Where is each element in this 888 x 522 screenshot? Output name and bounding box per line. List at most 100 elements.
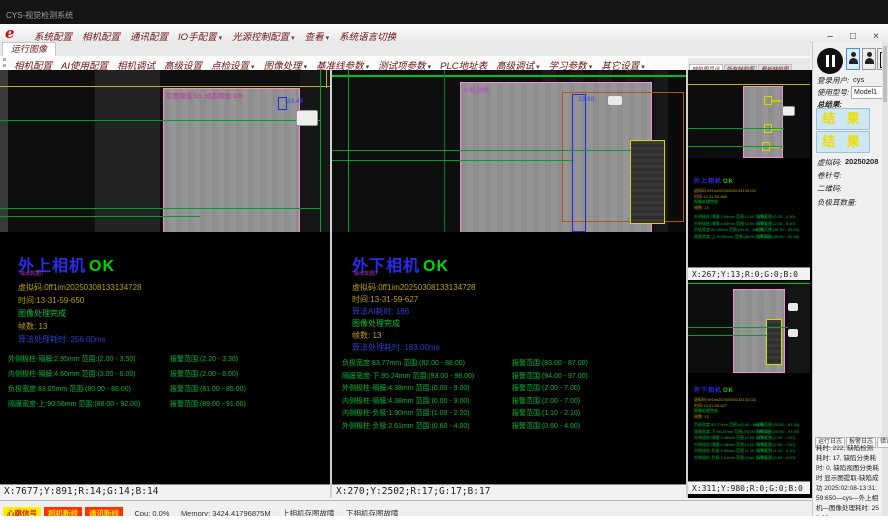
result-ok: OK [423, 258, 449, 275]
person-icon [863, 49, 875, 69]
defect-thumb-image-upper[interactable] [688, 70, 810, 158]
camera-name: 外上相机 [694, 179, 722, 185]
person-icon [847, 49, 859, 69]
panel-scrollbar-thumb[interactable] [883, 46, 887, 102]
pixel-coords-readout: X:267;Y:13;R:0;G:0;B:0 [688, 267, 810, 280]
measurement-row: 内侧极柱-隔膜:4.60mm 范围:(3.00 - 6.00)报警范围:(2.0… [8, 367, 246, 382]
menu-bar: e 系统配置相机配置通讯配置IO手配置▾光源控制配置▾查看▾系统语言切换 –□× [0, 24, 888, 43]
virtual-code-label: 虚拟码: [817, 157, 842, 168]
measurement-row: 隔膜宽度-上:90.56mm 范围:(88.00 - 92.00)报警范围:(8… [8, 397, 246, 412]
close-button[interactable]: × [870, 31, 882, 42]
output-data-label: 输出数据|T [354, 270, 378, 277]
result-box-lower: 结 果 [816, 131, 870, 153]
highlight-blob [788, 329, 798, 337]
frame-line: 帧数: 13 [694, 414, 806, 420]
tab-count-label: 负极耳数量: [817, 197, 857, 208]
login-user-value: cys [853, 75, 864, 84]
minimize-button[interactable]: – [824, 31, 836, 42]
elapsed-line: 算法处理耗时: 183.00ms [352, 342, 440, 353]
roi-yellow-rect [630, 140, 665, 224]
defect-marker [764, 96, 772, 105]
tab-run-image[interactable]: 运行图像 [2, 42, 56, 56]
measure-value-label: 23.46 [287, 98, 303, 105]
log-text: 耗时: 222, 缺陷检测耗时: 17, 缺陷分类耗时: 0, 缺陷视图分类耗时… [816, 444, 879, 522]
baseline-green [688, 335, 768, 336]
measurement-row: 负极宽度:83.05mm 范围:(80.00 - 86.00)报警范围:(81.… [8, 382, 246, 397]
ai-detect-box-label: AI检测框 [464, 84, 490, 94]
maximize-button[interactable]: □ [847, 31, 859, 42]
pixel-coords-readout: X:270;Y:2502;R:17;G:17;B:17 [332, 484, 686, 498]
baseline-green-top [332, 75, 686, 77]
highlight-blob [608, 96, 622, 105]
baseline-green [0, 208, 320, 209]
measurement-list: 外侧极柱-隔膜:2.95mm 范围:(2.00 - 3.50)报警范围:(2.2… [694, 214, 806, 240]
window-title: CYS-视觉检测系统 [6, 10, 73, 21]
frame-line: 帧数: 13 [352, 330, 381, 341]
defect-thumb-upper: 缺陷图显示所有缺陷图最新缺陷图 外上相机OK 虚拟码:0ff1im2025030… [688, 58, 810, 280]
pause-button[interactable] [817, 48, 843, 74]
baseline-green [332, 160, 572, 161]
measure-value-label: 23.60 [578, 96, 594, 103]
roi-blue-rect [572, 94, 586, 232]
baseline-green [0, 216, 200, 217]
user-login-button[interactable] [846, 48, 860, 70]
dropdown-arrow-icon: ▾ [219, 35, 223, 42]
baseline-yellow [0, 86, 330, 87]
measurement-row: 外侧极柱-负极:2.61mm 范围:(0.60 - 4.00)报警范围:(0.6… [694, 455, 806, 462]
camera-image-upper[interactable]: 灰度阈值:93, 动态阈值:100 23.46 [0, 70, 330, 232]
time-line: 时间:13-31-59-627 [352, 294, 418, 305]
pixel-coords-readout: X:7677;Y:891;R:14;G:14;B:14 [0, 484, 330, 498]
camera-view-upper: 灰度阈值:93, 动态阈值:100 23.46 外上相机OK 输出数据|T 虚拟… [0, 70, 330, 498]
baseline-green-top [688, 283, 810, 284]
frame-line: 帧数: 13 [694, 205, 806, 211]
camera-result-title: 外下相机OK [694, 379, 806, 397]
baseline-green-vertical [444, 70, 445, 232]
qr-code-label: 二维码: [817, 183, 842, 194]
camera-view-lower: AI检测框 23.60 外下相机OK 输出数据|T 虚拟码:0ff1im2025… [332, 70, 686, 498]
baseline-green-vertical [348, 70, 349, 232]
baseline-green [688, 327, 788, 328]
toolbar-grip-icon[interactable] [3, 58, 9, 67]
login-user-label: 登录用户: [817, 75, 849, 86]
camera-image-lower[interactable]: AI检测框 23.60 [332, 70, 686, 232]
dropdown-arrow-icon: ▾ [326, 35, 330, 42]
measurement-row: 隔膜宽度-上:90.56mm 范围:(88.00 - 92.00)报警范围:(8… [694, 234, 806, 241]
dropdown-arrow-icon: ▾ [291, 35, 295, 42]
reel-number-label: 卷针号: [817, 170, 842, 181]
thumb-result-text: 外上相机OK 虚拟码:0ff1im20250308133134728 时间:13… [694, 170, 806, 240]
output-data-label: 输出数据|T [20, 270, 44, 277]
elapsed-line: 算法处理耗时: 256.00ms [18, 334, 106, 345]
measurement-row: 外侧极柱-负极:2.61mm 范围:(0.60 - 4.00)报警范围:(0.6… [342, 421, 588, 434]
roi-blue-rect [278, 97, 287, 110]
machine-edge [788, 281, 810, 373]
virtual-code-value: 20250208 [845, 157, 878, 166]
user-switch-button[interactable] [862, 48, 876, 70]
defect-thumb-image-lower[interactable] [688, 281, 810, 373]
app-window: CYS-视觉检测系统 e 系统配置相机配置通讯配置IO手配置▾光源控制配置▾查看… [0, 0, 888, 522]
result-ok: OK [723, 179, 734, 185]
result-box-upper: 结 果 [816, 108, 870, 130]
time-line: 时间:13-31-59-650 [18, 295, 84, 306]
result-ok: OK [723, 388, 734, 394]
pixel-coords-readout: X:311;Y:980;R:0;G:0;B:0 [688, 481, 810, 494]
app-logo-icon: e [5, 24, 15, 42]
status-bar: 心跳信号相机断线通讯断线 Cpu: 0.0% Memory: 3424.4179… [0, 500, 812, 516]
frame-line: 帧数: 13 [18, 321, 47, 332]
result-ok: OK [89, 258, 115, 275]
measurement-row: 负极宽度:83.77mm 范围:(82.00 - 88.00)报警范围:(83.… [342, 358, 588, 371]
measurement-row: 外侧极柱-隔膜:4.38mm 范围:(0.00 - 9.00)报警范围:(2.0… [342, 383, 588, 396]
thumb-result-text: 外下相机OK 虚拟码:0ff1im20250308133134728 时间:13… [694, 379, 806, 461]
baseline-green [688, 128, 784, 129]
tab-connector [782, 106, 795, 116]
measurement-row: 外侧极柱-隔膜:2.95mm 范围:(2.00 - 3.50)报警范围:(2.2… [8, 352, 246, 367]
defect-thumb-lower: 外下相机OK 虚拟码:0ff1im20250308133134728 时间:13… [688, 281, 810, 494]
highlight-blob [788, 303, 798, 311]
barcode-line: 虚拟码:0ff1im20250308133134728 [352, 282, 476, 293]
measurement-list: 负极宽度:83.77mm 范围:(82.00 - 88.00)报警范围:(83.… [694, 422, 806, 461]
baseline-yellow-vertical [326, 70, 327, 88]
roi-yellow-rect [766, 319, 782, 365]
measurement-row: 内侧极柱-负极:1.90mm 范围:(1.00 - 2.20)报警范围:(1.1… [342, 408, 588, 421]
measurement-row: 隔膜宽度-下:95.24mm 范围:(93.00 - 98.00)报警范围:(9… [342, 371, 588, 384]
baseline-green [0, 120, 320, 121]
defect-marker-label [772, 100, 781, 102]
